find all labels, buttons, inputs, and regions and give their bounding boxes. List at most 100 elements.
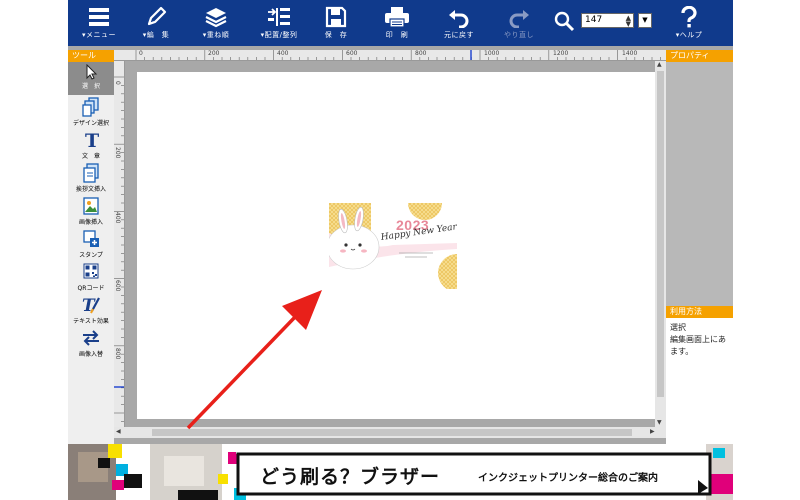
text-t-icon: T	[85, 130, 99, 150]
tool-greeting-insert[interactable]: 挨拶文挿入	[68, 161, 114, 194]
hamburger-menu-icon	[89, 8, 109, 26]
save-label: 保 存	[324, 31, 348, 39]
vertical-scroll-thumb[interactable]	[657, 71, 664, 397]
ruler-top-number: 1200	[553, 50, 569, 57]
tool-label: 画像入替	[78, 351, 103, 358]
ruler-left-ticks	[114, 76, 124, 422]
ruler-top-number: 800	[415, 50, 427, 57]
tool-panel: ツール 選 択 デザイン選択 T 文 章 挨拶文挿入 画像挿入 スタンプ QRコ…	[68, 50, 114, 444]
scroll-down-icon[interactable]: ▼	[657, 419, 662, 427]
usage-line: ます。	[670, 347, 694, 356]
tool-image-swap[interactable]: 画像入替	[68, 326, 114, 359]
chevron-down-icon: ▼	[642, 16, 648, 24]
tool-label: 選 択	[81, 83, 100, 90]
text-effect-icon: T	[82, 296, 100, 315]
zoom-input[interactable]: 147 ▲ ▼	[581, 13, 634, 28]
scroll-right-icon[interactable]: ▶	[650, 428, 655, 436]
question-mark-icon	[681, 6, 697, 28]
svg-text:T: T	[85, 130, 99, 150]
menu-label: ▾メニュー	[81, 31, 116, 39]
ruler-left-number: 600	[114, 280, 121, 292]
layers-icon	[205, 8, 227, 28]
ruler-top-number: 0	[139, 50, 143, 57]
undo-button[interactable]: 元に戻す	[438, 0, 480, 46]
save-button[interactable]: 保 存	[317, 0, 355, 46]
tool-label: テキスト効果	[73, 318, 109, 325]
tool-text[interactable]: T 文 章	[68, 128, 114, 161]
zoom-dropdown-button[interactable]: ▼	[638, 13, 652, 28]
greeting-doc-icon	[83, 163, 99, 183]
ruler-left-number: 200	[114, 147, 121, 159]
tool-label: 挨拶文挿入	[75, 186, 106, 193]
tool-label: QRコード	[77, 285, 105, 292]
usage-body: 選択 編集画面上にあ ます。	[666, 318, 733, 358]
horizontal-scroll-thumb[interactable]	[152, 429, 632, 436]
align-arrange-icon	[268, 8, 290, 26]
tool-select[interactable]: 選 択	[68, 62, 114, 95]
ruler-top-number: 400	[277, 50, 289, 57]
cursor-icon	[86, 64, 98, 80]
usage-title: 選択	[670, 323, 686, 332]
image-icon	[83, 197, 99, 215]
design-pages-icon	[82, 97, 99, 117]
tool-image-insert[interactable]: 画像挿入	[68, 194, 114, 227]
ruler-left-number: 0	[114, 81, 121, 85]
floppy-disk-icon	[325, 6, 347, 28]
print-page[interactable]: 2023 Happy New Year	[137, 72, 663, 419]
vertical-scrollbar[interactable]: ▲ ▼	[655, 61, 666, 427]
property-panel-header: プロパティ	[666, 50, 733, 62]
editor-app: ▾メニュー ▾編 集 ▾重ね順 ▾配置/整列 保 存 印 刷 元に戻す やり直し…	[68, 0, 733, 444]
card-artwork	[329, 203, 457, 289]
horizontal-scrollbar[interactable]: ◀ ▶	[114, 427, 666, 438]
ruler-top: 0 200 400 600 800 1000 1200 1400 1600	[114, 50, 679, 61]
layer-order-button[interactable]: ▾重ね順	[192, 0, 240, 46]
redo-button[interactable]: やり直し	[498, 0, 540, 46]
swap-arrows-icon	[83, 330, 99, 346]
printer-icon	[385, 7, 409, 28]
help-button[interactable]: ▾ヘルプ	[668, 0, 710, 46]
ruler-top-number: 200	[208, 50, 220, 57]
tool-stamp[interactable]: スタンプ	[68, 227, 114, 260]
zoom-spinner-icon[interactable]: ▲ ▼	[626, 15, 631, 28]
tool-text-effect[interactable]: T テキスト効果	[68, 293, 114, 326]
magnifier-icon	[554, 11, 575, 32]
undo-label: 元に戻す	[444, 31, 474, 39]
banner-subtitle: インクジェットプリンター総合のご案内	[478, 473, 658, 484]
ruler-left-number: 800	[114, 348, 121, 360]
tool-label: 文 章	[81, 153, 100, 160]
new-year-card[interactable]: 2023 Happy New Year	[329, 203, 457, 289]
redo-arrow-icon	[509, 10, 529, 28]
help-label: ▾ヘルプ	[675, 31, 703, 39]
tool-panel-header: ツール	[68, 50, 114, 62]
ruler-top-ticks	[135, 50, 679, 60]
tool-qr-code[interactable]: QRコード	[68, 260, 114, 293]
tool-design-select[interactable]: デザイン選択	[68, 95, 114, 128]
qr-icon	[83, 263, 99, 279]
tool-label: デザイン選択	[72, 120, 109, 127]
stamp-icon	[83, 230, 99, 247]
usage-panel: 利用方法 選択 編集画面上にあ ます。	[666, 306, 733, 444]
ad-banner[interactable]: どう刷る？ブラザー インクジェットプリンター総合のご案内	[68, 444, 733, 500]
tool-label: スタンプ	[79, 252, 103, 259]
tool-label: 画像挿入	[78, 219, 103, 226]
usage-panel-header: 利用方法	[666, 306, 733, 318]
scroll-up-icon[interactable]: ▲	[657, 61, 662, 69]
ruler-top-number: 1400	[622, 50, 638, 57]
scroll-left-icon[interactable]: ◀	[116, 428, 121, 436]
print-button[interactable]: 印 刷	[377, 0, 417, 46]
edit-label: ▾編 集	[142, 31, 170, 39]
undo-arrow-icon	[449, 10, 469, 28]
align-label: ▾配置/整列	[260, 31, 298, 39]
main-toolbar: ▾メニュー ▾編 集 ▾重ね順 ▾配置/整列 保 存 印 刷 元に戻す やり直し…	[68, 0, 733, 46]
ruler-left-number: 400	[114, 212, 121, 224]
menu-button[interactable]: ▾メニュー	[76, 0, 122, 46]
canvas-area[interactable]: 2023 Happy New Year	[125, 61, 663, 427]
align-button[interactable]: ▾配置/整列	[253, 0, 305, 46]
zoom-search-button[interactable]	[554, 0, 576, 46]
usage-line: 編集画面上にあ	[670, 335, 726, 344]
pencil-icon	[147, 6, 167, 26]
ruler-left: 0 200 400 600 800	[114, 61, 125, 427]
print-label: 印 刷	[385, 31, 409, 39]
banner-title: どう刷る？ブラザー	[260, 466, 441, 488]
edit-button[interactable]: ▾編 集	[133, 0, 179, 46]
